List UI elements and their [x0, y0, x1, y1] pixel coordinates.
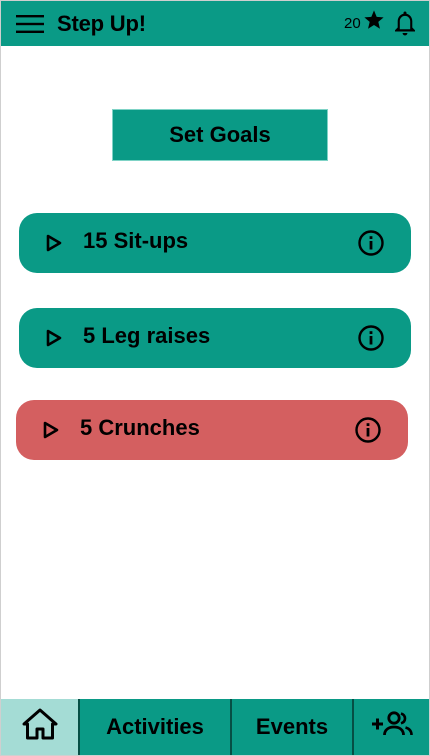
bell-icon[interactable]	[392, 9, 418, 37]
info-icon[interactable]	[354, 416, 382, 444]
app-title: Step Up!	[57, 11, 146, 36]
add-friend-icon	[370, 710, 414, 744]
info-icon[interactable]	[357, 229, 385, 257]
play-icon[interactable]	[45, 328, 63, 348]
app-screen: Step Up! 20 Set Goals 15 Sit-ups 5 Leg r…	[0, 0, 430, 756]
set-goals-button[interactable]: Set Goals	[112, 109, 328, 161]
nav-home-tab[interactable]	[1, 699, 80, 755]
nav-add-friend-tab[interactable]	[354, 699, 429, 755]
exercise-label: 15 Sit-ups	[83, 228, 189, 253]
star-count: 20	[344, 15, 361, 32]
nav-activities-tab[interactable]: Activities	[80, 699, 232, 755]
star-icon	[363, 9, 385, 31]
top-app-bar: Step Up! 20	[1, 1, 429, 46]
exercise-label: 5 Crunches	[80, 415, 200, 440]
exercise-card[interactable]: 15 Sit-ups	[19, 213, 411, 273]
bottom-navigation: Activities Events	[1, 699, 429, 755]
exercise-card[interactable]: 5 Leg raises	[19, 308, 411, 368]
hamburger-menu-icon[interactable]	[15, 12, 45, 36]
exercise-label: 5 Leg raises	[83, 323, 211, 348]
play-icon[interactable]	[42, 420, 60, 440]
exercise-card[interactable]: 5 Crunches	[16, 400, 408, 460]
info-icon[interactable]	[357, 324, 385, 352]
home-icon	[22, 707, 58, 747]
nav-events-tab[interactable]: Events	[232, 699, 354, 755]
play-icon[interactable]	[45, 233, 63, 253]
